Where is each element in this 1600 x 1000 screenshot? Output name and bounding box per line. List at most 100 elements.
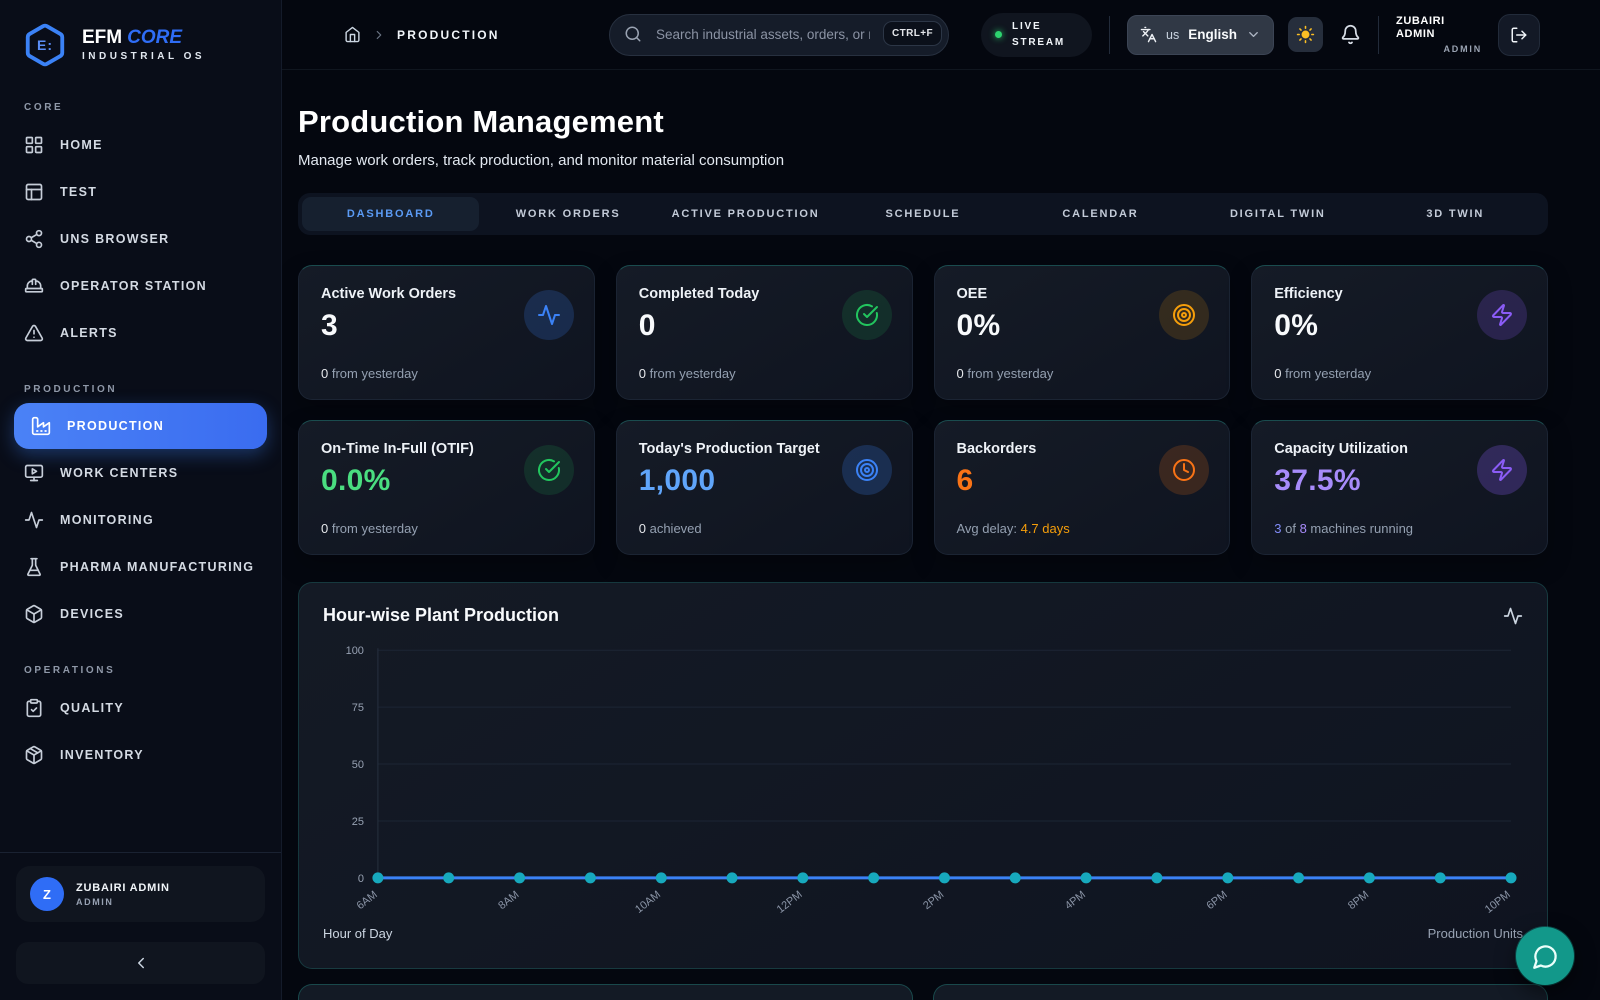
stat-subtext: 0 from yesterday: [321, 366, 418, 381]
sidebar-item-inventory[interactable]: INVENTORY: [0, 731, 281, 778]
stat-subtext: 0 from yesterday: [957, 366, 1054, 381]
nav-section-core: CORE HOMETEST UNS BROWSER OPERATOR STATION A…: [0, 102, 281, 356]
home-icon[interactable]: [344, 26, 361, 43]
topbar-user-name: ZUBAIRI ADMIN: [1396, 15, 1482, 41]
content: PRODUCTION CTRL+F LIVE STREAM us English: [282, 0, 1600, 1000]
svg-text:2PM: 2PM: [921, 889, 946, 912]
live-stream-button[interactable]: LIVE STREAM: [981, 13, 1092, 57]
logout-button[interactable]: [1498, 14, 1540, 56]
chevron-left-icon: [132, 954, 150, 972]
activity-icon: [537, 303, 561, 327]
stat-card-capacity-utilization: Capacity Utilization37.5%3 of 8 machines…: [1251, 420, 1548, 555]
svg-text:12PM: 12PM: [775, 889, 805, 916]
sidebar-item-production[interactable]: PRODUCTION: [14, 403, 267, 449]
sidebar-item-pharma-manufacturing[interactable]: PHARMA MANUFACTURING: [0, 543, 281, 590]
bottom-cards-row: [298, 984, 1548, 1000]
sidebar-item-label: MONITORING: [60, 513, 154, 527]
sidebar-item-quality[interactable]: QUALITY: [0, 684, 281, 731]
sidebar-user-card[interactable]: Z ZUBAIRI ADMIN ADMIN: [16, 866, 265, 922]
activity-icon: [1503, 606, 1523, 626]
monitor-play-icon: [24, 463, 44, 483]
sidebar-item-uns-browser[interactable]: UNS BROWSER: [0, 215, 281, 262]
sidebar-item-label: UNS BROWSER: [60, 232, 169, 246]
sidebar-item-label: DEVICES: [60, 607, 124, 621]
clock-icon: [1172, 458, 1196, 482]
stat-subtext: 0 from yesterday: [1274, 366, 1371, 381]
sidebar-item-devices[interactable]: DEVICES: [0, 590, 281, 637]
theme-toggle-button[interactable]: [1288, 17, 1323, 52]
svg-text:10PM: 10PM: [1483, 889, 1513, 916]
sidebar-user-text: ZUBAIRI ADMIN ADMIN: [76, 882, 170, 907]
sidebar-item-label: WORK CENTERS: [60, 466, 178, 480]
main: Production Management Manage work orders…: [282, 70, 1600, 1000]
breadcrumb-current: PRODUCTION: [397, 28, 500, 42]
topbar-user: ZUBAIRI ADMIN ADMIN: [1396, 15, 1482, 54]
svg-text:8AM: 8AM: [496, 889, 521, 912]
message-circle-icon: [1532, 943, 1559, 970]
target-icon-badge: [842, 445, 892, 495]
tab-dashboard[interactable]: DASHBOARD: [302, 197, 479, 231]
target-icon-badge: [1159, 290, 1209, 340]
tab-calendar[interactable]: CALENDAR: [1012, 197, 1189, 231]
check-circle-icon: [855, 303, 879, 327]
chevron-right-icon: [372, 28, 386, 42]
activity-icon-badge: [524, 290, 574, 340]
svg-text:100: 100: [346, 645, 364, 657]
sidebar-collapse-button[interactable]: [16, 942, 265, 984]
page-title: Production Management: [298, 104, 1548, 140]
package-icon: [24, 745, 44, 765]
nav-section-header: OPERATIONS: [0, 665, 281, 676]
sidebar-bottom: Z ZUBAIRI ADMIN ADMIN: [0, 852, 281, 1000]
partial-card: [298, 984, 913, 1000]
target-icon: [1172, 303, 1196, 327]
log-out-icon: [1510, 26, 1528, 44]
clock-icon-badge: [1159, 445, 1209, 495]
nav-section-header: CORE: [0, 102, 281, 113]
language-selector[interactable]: us English: [1127, 15, 1274, 55]
tab-active-production[interactable]: ACTIVE PRODUCTION: [657, 197, 834, 231]
brand-hexagon: E:: [22, 22, 68, 68]
topbar-user-role: ADMIN: [1396, 44, 1482, 54]
avatar: Z: [30, 877, 64, 911]
nav-section-operations: OPERATIONS QUALITYINVENTORY: [0, 665, 281, 778]
sidebar-user-name: ZUBAIRI ADMIN: [76, 882, 170, 894]
chat-button[interactable]: [1516, 927, 1574, 985]
factory-icon: [31, 416, 51, 436]
sidebar-item-monitoring[interactable]: MONITORING: [0, 496, 281, 543]
zap-icon-badge: [1477, 445, 1527, 495]
stat-card-efficiency: Efficiency0%0 from yesterday: [1251, 265, 1548, 400]
sidebar-item-label: ALERTS: [60, 326, 118, 340]
stat-card-active-work-orders: Active Work Orders30 from yesterday: [298, 265, 595, 400]
svg-text:8PM: 8PM: [1346, 889, 1371, 912]
tab-work-orders[interactable]: WORK ORDERS: [479, 197, 656, 231]
check-circle-icon: [537, 458, 561, 482]
sidebar-item-operator-station[interactable]: OPERATOR STATION: [0, 262, 281, 309]
tab-digital-twin[interactable]: DIGITAL TWIN: [1189, 197, 1366, 231]
x-axis-label: Hour of Day: [323, 926, 392, 941]
zap-icon: [1490, 458, 1514, 482]
languages-icon: [1140, 26, 1157, 43]
bell-icon: [1340, 24, 1361, 45]
tab-schedule[interactable]: SCHEDULE: [834, 197, 1011, 231]
sidebar-item-alerts[interactable]: ALERTS: [0, 309, 281, 356]
notifications-button[interactable]: [1340, 24, 1361, 45]
sidebar-item-test[interactable]: TEST: [0, 168, 281, 215]
check-circle-icon-badge: [842, 290, 892, 340]
sidebar-item-label: OPERATOR STATION: [60, 279, 207, 293]
sidebar-item-work-centers[interactable]: WORK CENTERS: [0, 449, 281, 496]
topbar-divider: [1378, 16, 1379, 54]
nav-section-header: PRODUCTION: [0, 384, 281, 395]
global-search: CTRL+F: [609, 14, 949, 56]
svg-text:0: 0: [358, 873, 364, 885]
tab-3d-twin[interactable]: 3D TWIN: [1367, 197, 1544, 231]
svg-text:6PM: 6PM: [1204, 889, 1229, 912]
zap-icon: [1490, 303, 1514, 327]
sidebar-item-home[interactable]: HOME: [0, 121, 281, 168]
message-circle-icon: [1532, 943, 1559, 970]
target-icon: [855, 458, 879, 482]
chart-header: Hour-wise Plant Production: [323, 605, 1523, 626]
svg-text:10AM: 10AM: [633, 889, 663, 916]
language-name: English: [1188, 27, 1237, 42]
line-chart: 02550751006AM8AM10AM12PM2PM4PM6PM8PM10PM: [323, 640, 1523, 930]
topbar: PRODUCTION CTRL+F LIVE STREAM us English: [282, 0, 1600, 70]
